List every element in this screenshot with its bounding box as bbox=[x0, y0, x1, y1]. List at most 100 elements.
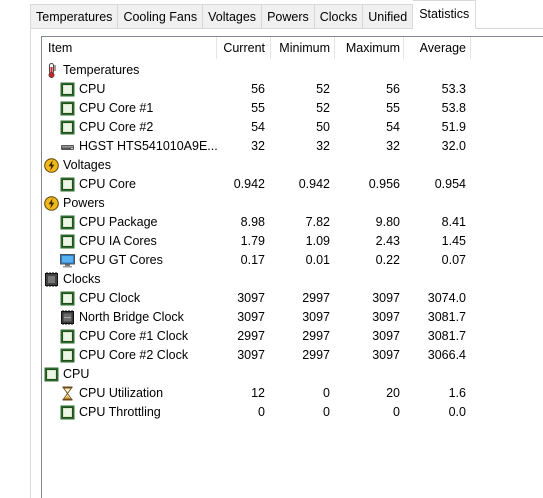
current-value: 0 bbox=[258, 405, 265, 419]
maximum-value: 0 bbox=[393, 405, 400, 419]
tab-clocks[interactable]: Clocks bbox=[314, 4, 364, 29]
average-value: 3066.4 bbox=[427, 348, 466, 362]
minimum-value: 50 bbox=[316, 120, 330, 134]
average-value: 0.0 bbox=[448, 405, 466, 419]
lightning-icon bbox=[44, 196, 59, 211]
hourglass-icon bbox=[60, 386, 75, 401]
tab-temperatures[interactable]: Temperatures bbox=[30, 4, 119, 29]
group-row[interactable]: CPU bbox=[42, 365, 543, 384]
chip-icon bbox=[60, 177, 75, 192]
statistics-list[interactable]: Item Current Minimum Maximum Average Tem… bbox=[41, 36, 543, 498]
table-row[interactable]: CPU Core #2 Clock 3097 2997 3097 3066.4 bbox=[42, 346, 543, 365]
minimum-value: 0.942 bbox=[298, 177, 330, 191]
statistics-panel: Item Current Minimum Maximum Average Tem… bbox=[30, 29, 543, 498]
chip-icon bbox=[60, 215, 75, 230]
item-label: North Bridge Clock bbox=[79, 310, 184, 324]
maximum-value: 54 bbox=[386, 120, 400, 134]
table-row[interactable]: CPU Package 8.98 7.82 9.80 8.41 bbox=[42, 213, 543, 232]
table-row[interactable]: HGST HTS541010A9E... 32 32 32 32.0 bbox=[42, 137, 543, 156]
tab-powers[interactable]: Powers bbox=[262, 4, 315, 29]
chip-icon bbox=[60, 348, 75, 363]
minimum-value: 2997 bbox=[302, 348, 330, 362]
minimum-value: 52 bbox=[316, 101, 330, 115]
average-value: 8.41 bbox=[441, 215, 466, 229]
column-header-minimum[interactable]: Minimum bbox=[270, 37, 330, 59]
average-value: 53.3 bbox=[441, 82, 466, 96]
tab-cooling-fans[interactable]: Cooling Fans bbox=[118, 4, 204, 29]
table-row[interactable]: CPU Throttling 0 0 0 0.0 bbox=[42, 403, 543, 422]
average-value: 51.9 bbox=[441, 120, 466, 134]
average-value: 32.0 bbox=[441, 139, 466, 153]
table-row[interactable]: North Bridge Clock 3097 3097 3097 3081.7 bbox=[42, 308, 543, 327]
table-row[interactable]: CPU GT Cores 0.17 0.01 0.22 0.07 bbox=[42, 251, 543, 270]
item-label: CPU Core #1 Clock bbox=[79, 329, 189, 343]
average-value: 0.07 bbox=[441, 253, 466, 267]
chip-icon bbox=[60, 120, 75, 135]
table-row[interactable]: CPU Clock 3097 2997 3097 3074.0 bbox=[42, 289, 543, 308]
item-label: CPU bbox=[79, 82, 106, 96]
thermometer-icon bbox=[44, 63, 59, 78]
minimum-value: 0 bbox=[323, 386, 330, 400]
table-row[interactable]: CPU 56 52 56 53.3 bbox=[42, 80, 543, 99]
table-row[interactable]: CPU Core #1 Clock 2997 2997 3097 3081.7 bbox=[42, 327, 543, 346]
minimum-value: 7.82 bbox=[305, 215, 330, 229]
column-header-current[interactable]: Current bbox=[218, 37, 265, 59]
item-label: CPU Throttling bbox=[79, 405, 161, 419]
group-row[interactable]: Clocks bbox=[42, 270, 543, 289]
tab-unified[interactable]: Unified bbox=[363, 4, 414, 29]
current-value: 3097 bbox=[237, 310, 265, 324]
item-label: CPU GT Cores bbox=[79, 253, 163, 267]
average-value: 1.6 bbox=[448, 386, 466, 400]
item-label: CPU Core #1 bbox=[79, 101, 154, 115]
current-value: 8.98 bbox=[240, 215, 265, 229]
group-label: Powers bbox=[63, 196, 105, 210]
maximum-value: 0.22 bbox=[375, 253, 400, 267]
group-label: Temperatures bbox=[63, 63, 140, 77]
tab-statistics[interactable]: Statistics bbox=[413, 0, 477, 29]
column-header-item[interactable]: Item bbox=[48, 37, 72, 59]
column-separator[interactable] bbox=[470, 37, 471, 59]
average-value: 3081.7 bbox=[427, 329, 466, 343]
maximum-value: 56 bbox=[386, 82, 400, 96]
current-value: 56 bbox=[251, 82, 265, 96]
column-header-maximum[interactable]: Maximum bbox=[334, 37, 400, 59]
column-separator[interactable] bbox=[216, 37, 217, 59]
maximum-value: 2.43 bbox=[375, 234, 400, 248]
table-row[interactable]: CPU Utilization 12 0 20 1.6 bbox=[42, 384, 543, 403]
maximum-value: 3097 bbox=[372, 291, 400, 305]
clock-chip-icon bbox=[44, 272, 59, 287]
minimum-value: 1.09 bbox=[305, 234, 330, 248]
table-row[interactable]: CPU Core 0.942 0.942 0.956 0.954 bbox=[42, 175, 543, 194]
item-label: CPU Core #2 bbox=[79, 120, 154, 134]
group-label: Voltages bbox=[63, 158, 111, 172]
average-value: 3081.7 bbox=[427, 310, 466, 324]
group-label: CPU bbox=[63, 367, 90, 381]
chip-icon bbox=[60, 405, 75, 420]
maximum-value: 20 bbox=[386, 386, 400, 400]
column-header-average[interactable]: Average bbox=[403, 37, 466, 59]
current-value: 3097 bbox=[237, 291, 265, 305]
bridge-chip-icon bbox=[60, 310, 75, 325]
current-value: 54 bbox=[251, 120, 265, 134]
average-value: 1.45 bbox=[441, 234, 466, 248]
minimum-value: 0.01 bbox=[305, 253, 330, 267]
table-row[interactable]: CPU Core #2 54 50 54 51.9 bbox=[42, 118, 543, 137]
average-value: 3074.0 bbox=[427, 291, 466, 305]
table-row[interactable]: CPU Core #1 55 52 55 53.8 bbox=[42, 99, 543, 118]
minimum-value: 0 bbox=[323, 405, 330, 419]
group-row[interactable]: Temperatures bbox=[42, 61, 543, 80]
group-label: Clocks bbox=[63, 272, 101, 286]
maximum-value: 0.956 bbox=[368, 177, 400, 191]
chip-icon bbox=[60, 101, 75, 116]
group-row[interactable]: Voltages bbox=[42, 156, 543, 175]
tab-voltages[interactable]: Voltages bbox=[203, 4, 263, 29]
table-row[interactable]: CPU IA Cores 1.79 1.09 2.43 1.45 bbox=[42, 232, 543, 251]
current-value: 1.79 bbox=[240, 234, 265, 248]
chip-icon bbox=[44, 367, 59, 382]
maximum-value: 9.80 bbox=[375, 215, 400, 229]
chip-icon bbox=[60, 82, 75, 97]
tab-strip: Temperatures Cooling Fans Voltages Powers Cl… bbox=[30, 0, 477, 29]
group-row[interactable]: Powers bbox=[42, 194, 543, 213]
minimum-value: 3097 bbox=[302, 310, 330, 324]
item-label: CPU IA Cores bbox=[79, 234, 157, 248]
